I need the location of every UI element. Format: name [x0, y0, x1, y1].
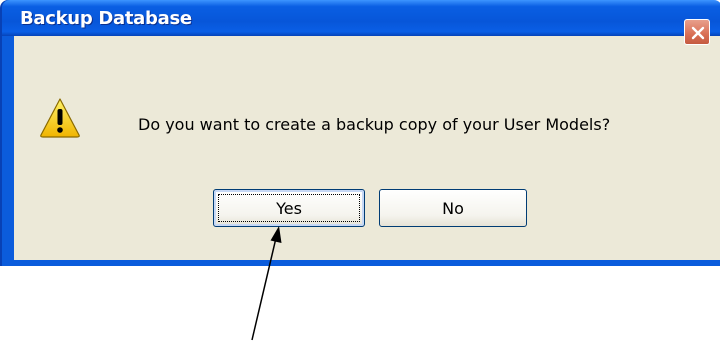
pointer-arrow [251, 226, 282, 341]
